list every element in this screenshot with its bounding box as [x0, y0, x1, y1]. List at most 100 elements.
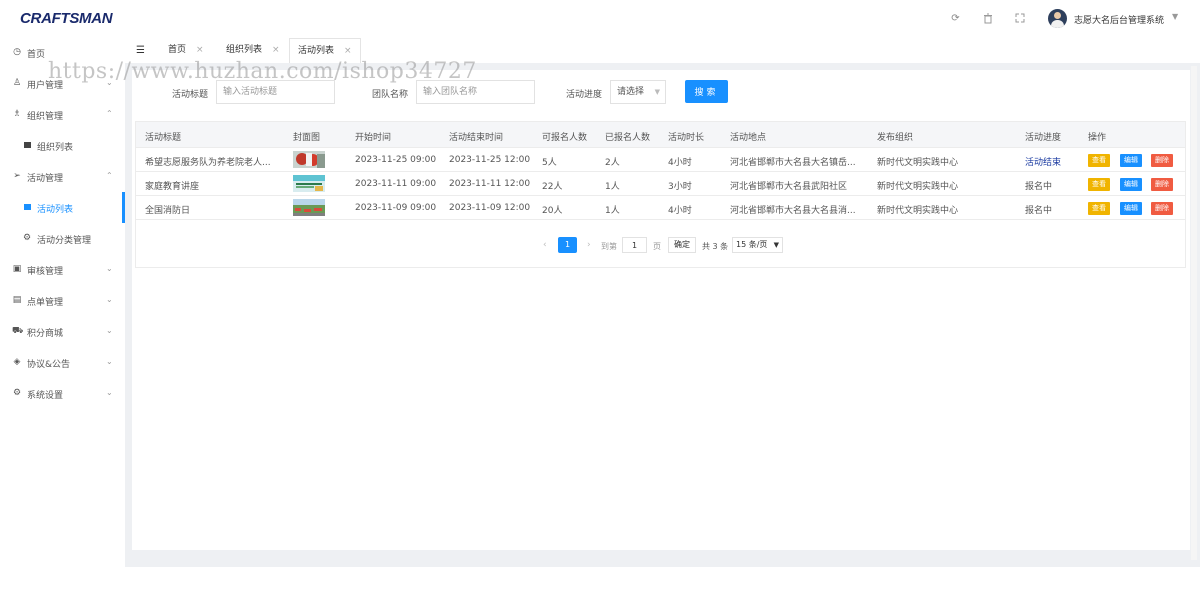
- cell-end-time: 2023-11-25 12:00: [449, 155, 531, 165]
- cell-start-time: 2023-11-09 09:00: [355, 203, 437, 213]
- user-icon: ♙: [12, 78, 22, 88]
- progress-select[interactable]: 请选择 ▼: [610, 80, 666, 104]
- sidebar-item-activity-list[interactable]: 活动列表: [0, 192, 125, 223]
- cell-duration: 4小时: [668, 206, 692, 216]
- sidebar-item-audit-mgmt[interactable]: ▣ 审核管理 ⌄: [0, 254, 125, 285]
- goto-page-input[interactable]: [622, 237, 647, 253]
- delete-button[interactable]: 删除: [1151, 178, 1173, 191]
- order-icon: ▤: [12, 295, 22, 305]
- cell-location: 河北省邯郸市大名县武阳社区: [730, 182, 848, 192]
- cover-thumbnail[interactable]: [293, 199, 325, 216]
- cell-duration: 4小时: [668, 158, 692, 168]
- sidebar-item-org-mgmt[interactable]: ♗ 组织管理 ⌃: [0, 99, 125, 130]
- table-row: 全国消防日 2023-11-09 09:00 2023-11-09 12:00 …: [136, 196, 1185, 220]
- sidebar-item-activity-category[interactable]: ⚙ 活动分类管理: [0, 223, 125, 254]
- column-header: 操作: [1088, 133, 1107, 143]
- sidebar-item-label: 活动列表: [37, 205, 74, 215]
- cell-start-time: 2023-11-25 09:00: [355, 155, 437, 165]
- menu-toggle-icon[interactable]: ☰: [136, 45, 145, 56]
- page-size-value: 15 条/页: [736, 240, 768, 249]
- sidebar-item-org-list[interactable]: 组织列表: [0, 130, 125, 161]
- sidebar-item-user-mgmt[interactable]: ♙ 用户管理 ⌄: [0, 68, 125, 99]
- column-header: 封面图: [293, 133, 321, 143]
- column-header: 已报名人数: [605, 133, 651, 143]
- edit-button[interactable]: 编辑: [1120, 202, 1142, 215]
- view-button[interactable]: 查看: [1088, 202, 1110, 215]
- sidebar-item-home[interactable]: ◷ 首页: [0, 37, 125, 68]
- prev-page-icon[interactable]: ‹: [543, 240, 547, 250]
- chevron-up-icon: ⌃: [106, 171, 113, 180]
- top-header: CRAFTSMAN ⟳ 志愿大名后台管理系统 ▼: [0, 0, 1200, 37]
- sidebar-item-points-mall[interactable]: ⛟ 积分商城 ⌄: [0, 316, 125, 347]
- edit-button[interactable]: 编辑: [1120, 178, 1142, 191]
- sidebar-item-label: 审核管理: [27, 267, 64, 277]
- delete-button[interactable]: 删除: [1151, 202, 1173, 215]
- column-header: 活动时长: [668, 133, 705, 143]
- close-icon[interactable]: ×: [344, 46, 352, 56]
- page-size-select[interactable]: 15 条/页 ▼: [732, 237, 783, 253]
- close-icon[interactable]: ×: [272, 45, 280, 55]
- vertical-scrollbar[interactable]: [1191, 66, 1197, 560]
- sidebar-item-label: 协议&公告: [27, 360, 71, 370]
- refresh-icon[interactable]: ⟳: [950, 13, 961, 24]
- cell-location: 河北省邯郸市大名县大名县消...: [730, 206, 856, 216]
- page-number-current[interactable]: 1: [558, 237, 577, 253]
- close-icon[interactable]: ×: [196, 45, 204, 55]
- chevron-up-icon: ⌃: [106, 109, 113, 118]
- square-icon: [22, 202, 32, 212]
- column-header: 活动地点: [730, 133, 767, 143]
- sidebar-item-label: 系统设置: [27, 391, 64, 401]
- chevron-down-icon[interactable]: ▼: [1172, 12, 1178, 21]
- sidebar-item-label: 活动管理: [27, 174, 64, 184]
- notice-icon: ◈: [13, 357, 21, 367]
- sidebar-item-label: 积分商城: [27, 329, 64, 339]
- sidebar-item-notices[interactable]: ◈ 协议&公告 ⌄: [0, 347, 125, 378]
- cell-title: 家庭教育讲座: [145, 182, 200, 192]
- title-filter-input[interactable]: [216, 80, 335, 104]
- chevron-down-icon: ⌄: [106, 264, 113, 273]
- user-name[interactable]: 志愿大名后台管理系统: [1074, 13, 1164, 26]
- tab-activity-list[interactable]: 活动列表 ×: [289, 38, 361, 63]
- sidebar-item-activity-mgmt[interactable]: ➢ 活动管理 ⌃: [0, 161, 125, 192]
- audit-icon: ▣: [12, 264, 22, 274]
- goto-confirm-button[interactable]: 确定: [668, 237, 696, 253]
- sidebar-item-order-mgmt[interactable]: ▤ 点单管理 ⌄: [0, 285, 125, 316]
- search-button[interactable]: 搜索: [685, 80, 728, 103]
- settings-icon: ⚙: [12, 388, 22, 398]
- sidebar-item-system-settings[interactable]: ⚙ 系统设置 ⌄: [0, 378, 125, 409]
- cell-enrolled: 2人: [605, 158, 620, 168]
- user-avatar[interactable]: [1048, 9, 1067, 28]
- cell-title: 希望志愿服务队为养老院老人...: [145, 158, 271, 168]
- view-button[interactable]: 查看: [1088, 154, 1110, 167]
- delete-button[interactable]: 删除: [1151, 154, 1173, 167]
- view-button[interactable]: 查看: [1088, 178, 1110, 191]
- sidebar-item-label: 组织列表: [37, 143, 74, 153]
- cover-thumbnail[interactable]: [293, 151, 325, 168]
- cell-status: 报名中: [1025, 182, 1053, 192]
- trash-icon[interactable]: [982, 13, 993, 24]
- sidebar-item-label: 用户管理: [27, 81, 64, 91]
- chevron-down-icon: ⌄: [106, 295, 113, 304]
- progress-select-value: 请选择: [617, 87, 645, 97]
- sidebar-item-label: 首页: [27, 50, 46, 60]
- total-count: 共 3 条: [702, 242, 729, 251]
- cell-capacity: 20人: [542, 206, 563, 216]
- tab-org-list[interactable]: 组织列表 ×: [218, 38, 288, 63]
- cell-enrolled: 1人: [605, 182, 620, 192]
- next-page-icon[interactable]: ›: [587, 240, 591, 250]
- chevron-down-icon: ⌄: [106, 78, 113, 87]
- cover-thumbnail[interactable]: [293, 175, 325, 192]
- fullscreen-icon[interactable]: [1014, 13, 1025, 24]
- chevron-down-icon: ⌄: [106, 388, 113, 397]
- cell-org: 新时代文明实践中心: [877, 182, 959, 192]
- gear-icon: ⚙: [22, 233, 32, 243]
- tab-home[interactable]: 首页 ×: [160, 38, 212, 63]
- app-logo[interactable]: CRAFTSMAN: [20, 10, 113, 27]
- cell-status: 活动结束: [1025, 158, 1062, 168]
- team-filter-input[interactable]: [416, 80, 535, 104]
- table-row: 家庭教育讲座 2023-11-11 09:00 2023-11-11 12:00…: [136, 172, 1185, 196]
- page-suffix: 页: [653, 242, 661, 251]
- tab-label: 组织列表: [226, 45, 263, 55]
- cell-end-time: 2023-11-11 12:00: [449, 179, 531, 189]
- edit-button[interactable]: 编辑: [1120, 154, 1142, 167]
